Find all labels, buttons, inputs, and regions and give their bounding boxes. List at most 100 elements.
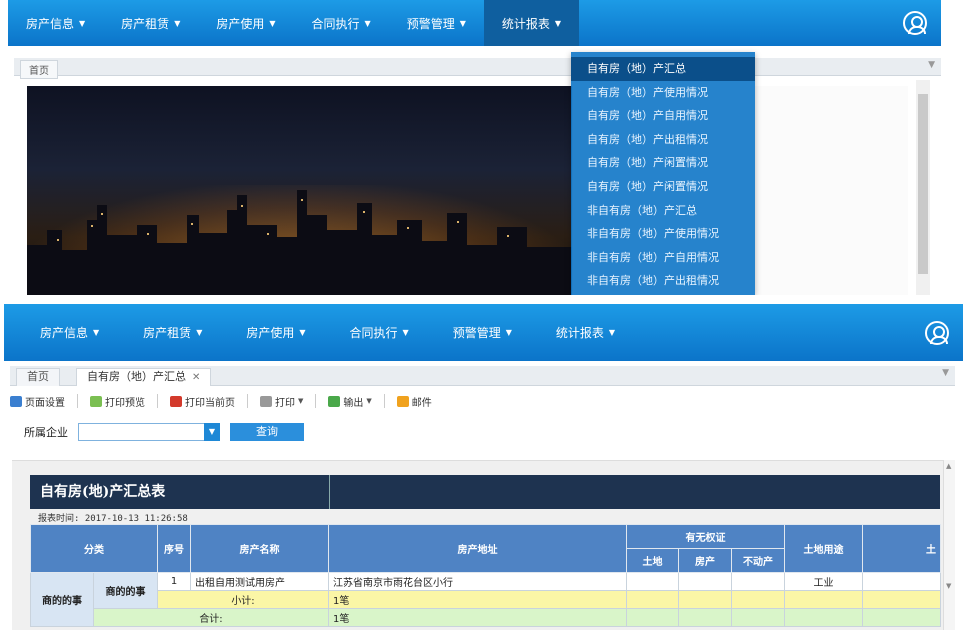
total-empty [784,608,864,627]
nav-item-property-info[interactable]: 房产信息 ▼ [4,304,121,361]
menu-item-own-idle-2[interactable]: 自有房（地）产闲置情况 [571,175,755,199]
menu-item-nonown-usage[interactable]: 非自有房（地）产使用情况 [571,222,755,246]
user-avatar-icon[interactable] [925,320,949,345]
col-header-address: 房产地址 [328,524,627,573]
tab-home[interactable]: 首页 [16,368,60,386]
caret-down-icon: ▼ [299,328,306,337]
nav-item-contract[interactable]: 合同执行 ▼ [328,304,431,361]
total-value: 1笔 [328,608,627,627]
scrollbar-thumb[interactable] [918,94,928,274]
toolbar-label: 邮件 [411,397,432,409]
vertical-scrollbar[interactable]: ▲ ▼ [943,460,955,630]
nav-item-property-lease[interactable]: 房产租赁 ▼ [121,304,224,361]
nav-label: 房产信息 [40,326,89,340]
nav-label: 统计报表 [555,326,604,340]
query-button[interactable]: 查询 [230,423,304,441]
total-empty [862,608,942,627]
print-button[interactable]: 打印 ▼ [260,394,303,409]
report-toolbar: 页面设置 打印预览 打印当前页 打印 ▼ 输出 ▼ 邮件 [10,390,955,412]
nav-item-alerts[interactable]: 预警管理 ▼ [389,0,484,46]
filter-bar: 所属企业 ▼ 查询 [24,423,304,441]
page-setup-icon [10,395,22,407]
row-extra-cell [862,572,942,591]
mail-icon [396,395,409,407]
menu-item-own-summary[interactable]: 自有房（地）产汇总 [571,57,755,81]
export-button[interactable]: 输出 ▼ [328,394,372,409]
tab-bar: 首页 自有房（地）产汇总 ✕ ▼ [10,366,955,386]
nav-item-property-lease[interactable]: 房产租赁 ▼ [103,0,198,46]
scroll-down-icon[interactable]: ▼ [946,582,951,590]
menu-item-nonown-rental[interactable]: 非自有房（地）产出租情况 [571,269,755,293]
menu-item-own-rental[interactable]: 自有房（地）产出租情况 [571,128,755,152]
screenshot-dropdown-state: 房产信息 ▼ 房产租赁 ▼ 房产使用 ▼ 合同执行 ▼ 预警管理 ▼ 统计报表 ▼ 首页 ▼… [0,0,965,295]
report-header-bar: 自有房(地)产汇总表 [30,475,940,509]
tab-strip: 首页 ▼ [14,58,941,79]
chevron-down-icon[interactable]: ▼ [942,368,949,378]
total-empty [626,608,679,627]
nav-item-reports[interactable]: 统计报表 ▼ [534,304,637,361]
print-current-page-button[interactable]: 打印当前页 [170,394,235,409]
row-index-cell: 1 [157,572,191,591]
divider [77,394,78,408]
tab-own-summary[interactable]: 自有房（地）产汇总 ✕ [76,368,212,386]
row-name-cell[interactable]: 出租自用测试用房产 [190,572,329,591]
col-header-realestate: 不动产 [730,548,786,573]
caret-down-icon: ▼ [79,18,86,28]
caret-down-icon: ▼ [196,328,203,337]
divider [315,394,317,408]
print-preview-button[interactable]: 打印预览 [90,394,145,409]
nav-item-property-use[interactable]: 房产使用 ▼ [224,304,327,361]
col-header-category: 分类 [30,524,158,573]
menu-item-own-usage[interactable]: 自有房（地）产使用情况 [571,81,755,105]
col-header-extra: 土 [862,524,942,573]
total-empty [730,608,786,627]
report-title: 自有房(地)产汇总表 [30,475,330,509]
subtotal-row: 小计: 1笔 [31,590,942,609]
chevron-down-icon[interactable]: ▼ [928,60,935,70]
menu-item-own-idle[interactable]: 自有房（地）产闲置情况 [571,151,755,175]
caret-down-icon: ▼ [505,328,512,337]
nav-label: 房产租赁 [121,16,170,31]
nav-item-contract[interactable]: 合同执行 ▼ [294,0,389,46]
col-header-house: 房产 [678,548,732,573]
row-realestate-cell [730,572,786,591]
top-nav-bar: 房产信息 ▼ 房产租赁 ▼ 房产使用 ▼ 合同执行 ▼ 预警管理 ▼ 统计报表 ▼ [4,304,963,361]
user-avatar-icon[interactable] [903,11,927,35]
chevron-down-icon[interactable]: ▼ [204,423,220,441]
vertical-scrollbar[interactable] [916,80,930,295]
menu-item-nonown-selfuse[interactable]: 非自有房（地）产自用情况 [571,246,755,270]
subtotal-label: 小计: [157,590,329,609]
email-button[interactable]: 邮件 [396,394,432,409]
col-header-land-use: 土地用途 [784,524,864,573]
caret-down-icon: ▼ [608,328,616,337]
report-timestamp: 报表时间: 2017-10-13 11:26:58 [38,514,188,524]
nav-item-reports[interactable]: 统计报表 ▼ [483,0,580,46]
col-header-land: 土地 [626,548,679,573]
subtotal-empty [678,590,732,609]
tab-home[interactable]: 首页 [20,60,58,79]
caret-down-icon: ▼ [554,18,562,28]
tab-label: 首页 [27,370,49,383]
report-viewer: 自有房(地)产汇总表 报表时间: 2017-10-13 11:26:58 分类 … [12,460,943,630]
subtotal-empty [862,590,942,609]
nav-label: 房产租赁 [143,326,192,340]
row-landuse-cell: 工业 [784,572,864,591]
total-label: 合计: [93,608,329,627]
nav-label: 房产使用 [216,16,265,31]
row-address-cell: 江苏省南京市雨花台区小行 [328,572,627,591]
nav-item-property-info[interactable]: 房产信息 ▼ [8,0,103,46]
subtotal-value: 1笔 [328,590,627,609]
company-select[interactable]: ▼ [78,423,220,441]
close-icon[interactable]: ✕ [192,372,200,383]
top-nav-bar: 房产信息 ▼ 房产租赁 ▼ 房产使用 ▼ 合同执行 ▼ 预警管理 ▼ 统计报表 ▼ [8,0,941,46]
page-setup-button[interactable]: 页面设置 [10,394,65,409]
scroll-up-icon[interactable]: ▲ [946,462,951,470]
nav-item-alerts[interactable]: 预警管理 ▼ [431,304,534,361]
toolbar-label: 输出 [343,397,364,409]
caret-down-icon: ▼ [364,18,371,28]
nav-item-property-use[interactable]: 房产使用 ▼ [198,0,293,46]
menu-item-own-selfuse[interactable]: 自有房（地）产自用情况 [571,104,755,128]
nav-label: 房产信息 [26,16,75,31]
menu-item-nonown-summary[interactable]: 非自有房（地）产汇总 [571,199,755,223]
screenshot-report-view: 房产信息 ▼ 房产租赁 ▼ 房产使用 ▼ 合同执行 ▼ 预警管理 ▼ 统计报表 ▼ 首页 自… [0,300,965,630]
